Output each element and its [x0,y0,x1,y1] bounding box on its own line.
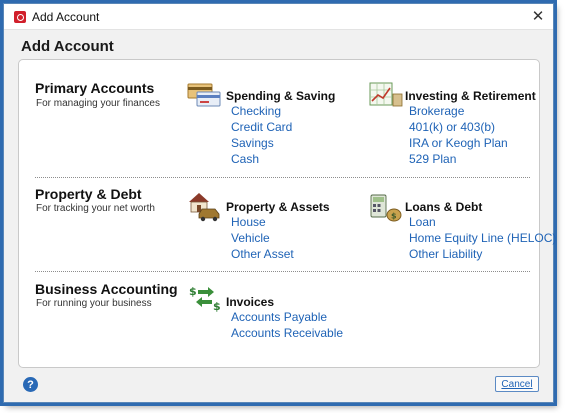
section-divider [35,271,530,272]
group-title-investing: Investing & Retirement [405,89,536,103]
group-title-spending: Spending & Saving [226,89,336,103]
link-ira-keogh[interactable]: IRA or Keogh Plan [409,136,508,150]
section-subtitle-property: For tracking your net worth [36,203,155,214]
title-bar: Add Account ✕ [4,4,553,30]
link-brokerage[interactable]: Brokerage [409,104,464,118]
investing-chart-icon [369,82,403,107]
link-loan[interactable]: Loan [409,215,436,229]
cancel-button[interactable]: Cancel [495,376,539,392]
link-credit-card[interactable]: Credit Card [231,120,292,134]
svg-text:$: $ [189,285,197,298]
help-button[interactable]: ? [23,377,38,392]
house-car-icon [189,193,220,222]
link-401k-403b[interactable]: 401(k) or 403(b) [409,120,495,134]
link-savings[interactable]: Savings [231,136,274,150]
link-other-asset[interactable]: Other Asset [231,247,294,261]
link-other-liability[interactable]: Other Liability [409,247,482,261]
quicken-app-icon [14,11,26,23]
group-title-loans-debt: Loans & Debt [405,200,483,214]
link-accounts-receivable[interactable]: Accounts Receivable [231,326,343,340]
link-accounts-payable[interactable]: Accounts Payable [231,310,327,324]
group-title-property-assets: Property & Assets [226,200,330,214]
invoice-dollar-icon: $ $ [189,285,221,312]
section-subtitle-business: For running your business [36,298,152,309]
link-cash[interactable]: Cash [231,152,259,166]
group-title-invoices: Invoices [226,295,275,309]
spending-saving-icon [187,83,221,107]
section-subtitle-primary: For managing your finances [36,98,160,109]
svg-text:$: $ [391,212,397,221]
window-title: Add Account [32,10,100,24]
calculator-money-icon: $ [370,194,402,222]
account-types-panel: Primary Accounts For managing your finan… [18,59,556,368]
section-title-property: Property & Debt [35,186,142,202]
link-vehicle[interactable]: Vehicle [231,231,270,245]
section-title-business: Business Accounting [35,281,178,297]
help-icon: ? [27,378,34,391]
link-heloc[interactable]: Home Equity Line (HELOC) [409,231,556,245]
link-checking[interactable]: Checking [231,104,281,118]
link-529-plan[interactable]: 529 Plan [409,152,456,166]
link-house[interactable]: House [231,215,266,229]
svg-text:$: $ [213,300,221,312]
close-button[interactable]: ✕ [529,7,547,25]
section-divider [35,177,530,178]
close-icon: ✕ [531,7,545,25]
add-account-dialog: Add Account ✕ Add Account Primary Accoun… [3,3,556,403]
dialog-heading: Add Account [21,38,114,55]
section-title-primary: Primary Accounts [35,80,155,96]
